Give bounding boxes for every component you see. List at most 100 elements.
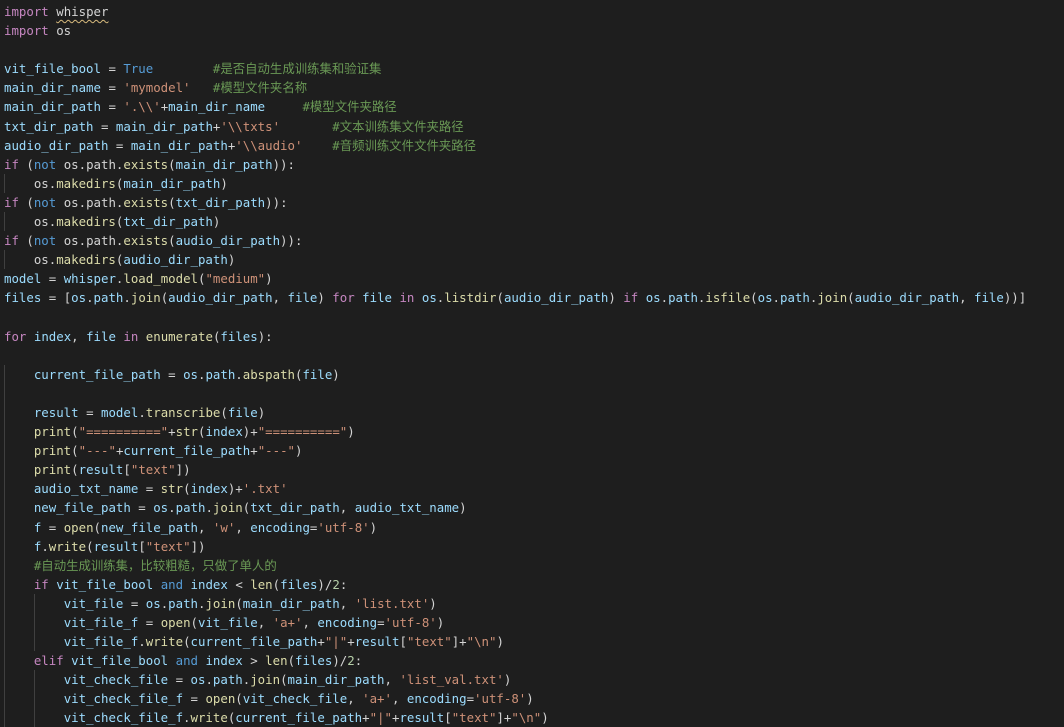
code-token: in: [399, 290, 415, 306]
code-token: = [: [41, 290, 72, 306]
code-line[interactable]: audio_dir_path = main_dir_path+'\\audio'…: [4, 136, 1026, 155]
indent-guide: [4, 593, 5, 613]
code-token: makedirs: [56, 252, 116, 268]
code-line[interactable]: #自动生成训练集，比较粗糙，只做了单人的: [4, 555, 1026, 575]
indent-guide: [4, 173, 5, 193]
code-token: 'utf-8': [317, 519, 370, 535]
code-token: exists: [123, 233, 169, 249]
code-token: (: [272, 576, 281, 592]
code-editor[interactable]: import whisper import os vit_file_bool = …: [0, 0, 1064, 727]
code-token: True: [123, 61, 154, 77]
code-token: #模型文件夹路径: [302, 99, 397, 115]
code-token: len: [250, 576, 273, 592]
code-line[interactable]: import os: [4, 21, 1026, 40]
code-line[interactable]: main_dir_path = '.\\'+main_dir_name #模型文…: [4, 97, 1026, 116]
code-token: "text": [451, 710, 497, 726]
code-line[interactable]: f = open(new_file_path, 'w', encoding='u…: [4, 517, 1026, 537]
code-line[interactable]: print(result["text"]): [4, 460, 1026, 480]
code-token: makedirs: [56, 214, 116, 230]
code-line[interactable]: new_file_path = os.path.join(txt_dir_pat…: [4, 498, 1026, 518]
code-token: =: [160, 366, 184, 382]
code-token: [: [138, 538, 146, 554]
code-token: =: [183, 691, 206, 707]
code-token: os: [757, 290, 773, 306]
code-token: '\\txts': [220, 118, 281, 134]
code-line[interactable]: vit_check_file = os.path.join(main_dir_p…: [4, 670, 1026, 690]
code-line[interactable]: vit_file_f.write(current_file_path+"|"+r…: [4, 632, 1026, 652]
code-token: "|": [369, 710, 392, 726]
code-token: +: [168, 424, 176, 440]
code-token: (: [496, 290, 504, 306]
indent-guide: [4, 422, 5, 442]
indent-guide: [4, 670, 5, 690]
code-token: 'utf-8': [384, 615, 437, 630]
code-line[interactable]: os.makedirs(main_dir_path): [4, 173, 1026, 193]
code-line[interactable]: import whisper: [4, 2, 1026, 21]
code-line[interactable]: [4, 346, 1026, 365]
code-line[interactable]: vit_file_bool = True #是否自动生成训练集和验证集: [4, 59, 1026, 78]
code-token: =: [93, 118, 116, 134]
code-line[interactable]: files = [os.path.join(audio_dir_path, fi…: [4, 288, 1026, 307]
code-token: (: [183, 634, 191, 650]
code-line[interactable]: model = whisper.load_model("medium"): [4, 269, 1026, 288]
code-line[interactable]: if (not os.path.exists(main_dir_path)):: [4, 155, 1026, 174]
code-line[interactable]: if vit_file_bool and index < len(files)/…: [4, 574, 1026, 594]
code-token: main_dir_path: [130, 137, 228, 153]
code-line[interactable]: print("---"+current_file_path+"---"): [4, 441, 1026, 461]
code-line[interactable]: vit_check_file_f = open(vit_check_file, …: [4, 689, 1026, 709]
code-token: (: [93, 519, 102, 535]
code-token: os: [183, 366, 198, 382]
code-token: os.path.: [56, 194, 124, 210]
code-line[interactable]: main_dir_name = 'mymodel' #模型文件夹名称: [4, 78, 1026, 97]
code-line[interactable]: [4, 383, 1026, 403]
code-line[interactable]: txt_dir_path = main_dir_path+'\\txts' #文…: [4, 117, 1026, 136]
code-line[interactable]: vit_file = os.path.join(main_dir_path, '…: [4, 593, 1026, 613]
code-line[interactable]: os.makedirs(audio_dir_path): [4, 250, 1026, 270]
code-line[interactable]: audio_txt_name = str(index)+'.txt': [4, 479, 1026, 499]
code-token: main_dir_name: [168, 99, 266, 115]
code-line[interactable]: os.makedirs(txt_dir_path): [4, 212, 1026, 232]
indent-guide: [33, 670, 35, 690]
code-token: +: [347, 634, 355, 650]
code-token: listdir: [444, 290, 497, 306]
code-token: (: [71, 424, 79, 440]
code-token: vit_check_file: [242, 691, 348, 707]
indent-guide: [4, 613, 5, 633]
indent-guide: [4, 708, 5, 727]
indent-guide: [4, 555, 5, 575]
code-token: new_file_path: [101, 519, 198, 535]
code-line[interactable]: if (not os.path.exists(txt_dir_path)):: [4, 193, 1026, 212]
code-line[interactable]: vit_file_f = open(vit_file, 'a+', encodi…: [4, 613, 1026, 633]
code-line[interactable]: result = model.transcribe(file): [4, 402, 1026, 423]
code-token: vit_file_bool: [4, 61, 101, 77]
code-token: len: [265, 653, 288, 669]
code-token: load_model: [123, 271, 198, 287]
code-token: .: [660, 290, 669, 306]
code-line[interactable]: elif vit_file_bool and index > len(files…: [4, 651, 1026, 671]
code-line[interactable]: f.write(result["text"]): [4, 536, 1026, 556]
code-token: current_file_path: [123, 443, 251, 459]
code-line[interactable]: current_file_path = os.path.abspath(file…: [4, 364, 1026, 384]
code-line[interactable]: [4, 40, 1026, 59]
code-token: [: [444, 710, 452, 726]
code-token: audio_txt_name: [354, 500, 460, 516]
indent-guide: [4, 632, 5, 652]
code-token: "==========": [78, 424, 169, 440]
code-token: index: [190, 481, 228, 497]
code-token: vit_file_f: [63, 634, 139, 650]
code-token: makedirs: [56, 175, 116, 191]
code-line[interactable]: if (not os.path.exists(audio_dir_path)):: [4, 231, 1026, 250]
code-line[interactable]: [4, 308, 1026, 327]
indent-guide: [33, 613, 35, 633]
code-token: isfile: [705, 290, 751, 306]
code-area[interactable]: import whisper import os vit_file_bool = …: [4, 2, 1026, 727]
code-line[interactable]: vit_check_file_f.write(current_file_path…: [4, 708, 1026, 727]
code-line[interactable]: print("=========="+str(index)+"=========…: [4, 422, 1026, 442]
code-line[interactable]: for index, file in enumerate(files):: [4, 327, 1026, 346]
